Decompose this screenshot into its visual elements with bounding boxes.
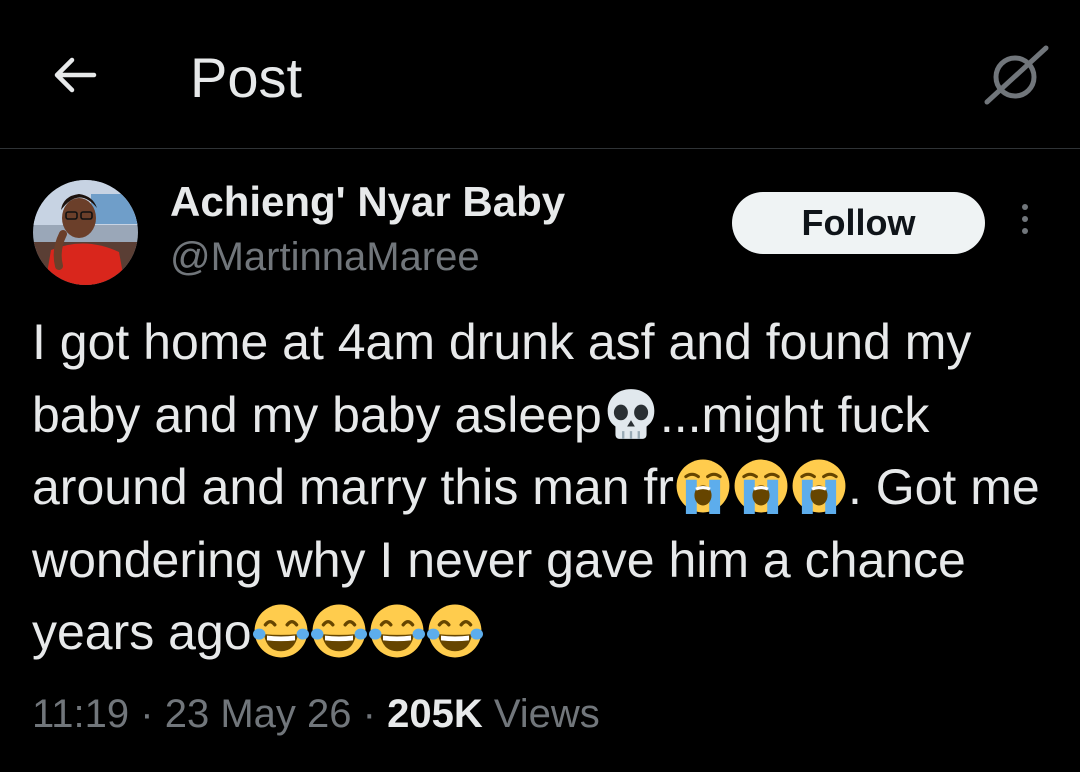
arrow-left-icon: [54, 57, 97, 93]
skull-emoji-icon: [603, 386, 659, 442]
tears-of-joy-emoji-icon: [252, 603, 309, 659]
top-bar: Post: [0, 0, 1080, 149]
more-options-button[interactable]: [1014, 204, 1036, 240]
display-name[interactable]: Achieng' Nyar Baby: [170, 176, 565, 228]
tears-of-joy-emoji-icon: [310, 603, 367, 659]
tweet-meta: 11:19 · 23 May 26 · 205K Views: [32, 688, 600, 740]
follow-button[interactable]: Follow: [732, 192, 985, 254]
loudly-crying-emoji-icon: [733, 458, 789, 514]
profile-photo: [33, 180, 138, 285]
avatar[interactable]: [33, 180, 138, 285]
views-label: Views: [493, 692, 600, 736]
tears-of-joy-emoji-icon: [426, 603, 483, 659]
loudly-crying-emoji-icon: [791, 458, 847, 514]
tweet-text: I got home at 4am drunk asf and found my…: [32, 306, 1042, 669]
grok-icon: [984, 45, 1049, 105]
grok-button[interactable]: [982, 44, 1052, 106]
tweet-time: 11:19: [32, 692, 130, 736]
tears-of-joy-emoji-icon: [368, 603, 425, 659]
meta-separator: ·: [140, 692, 154, 736]
page-title: Post: [190, 46, 303, 109]
user-handle[interactable]: @MartinnaMaree: [170, 232, 480, 282]
loudly-crying-emoji-icon: [675, 458, 731, 514]
meta-separator: ·: [362, 692, 376, 736]
views-count[interactable]: 205K: [387, 692, 483, 736]
back-button[interactable]: [50, 50, 100, 100]
tweet-date: 23 May 26: [164, 692, 352, 736]
more-vertical-icon: [1014, 204, 1036, 234]
